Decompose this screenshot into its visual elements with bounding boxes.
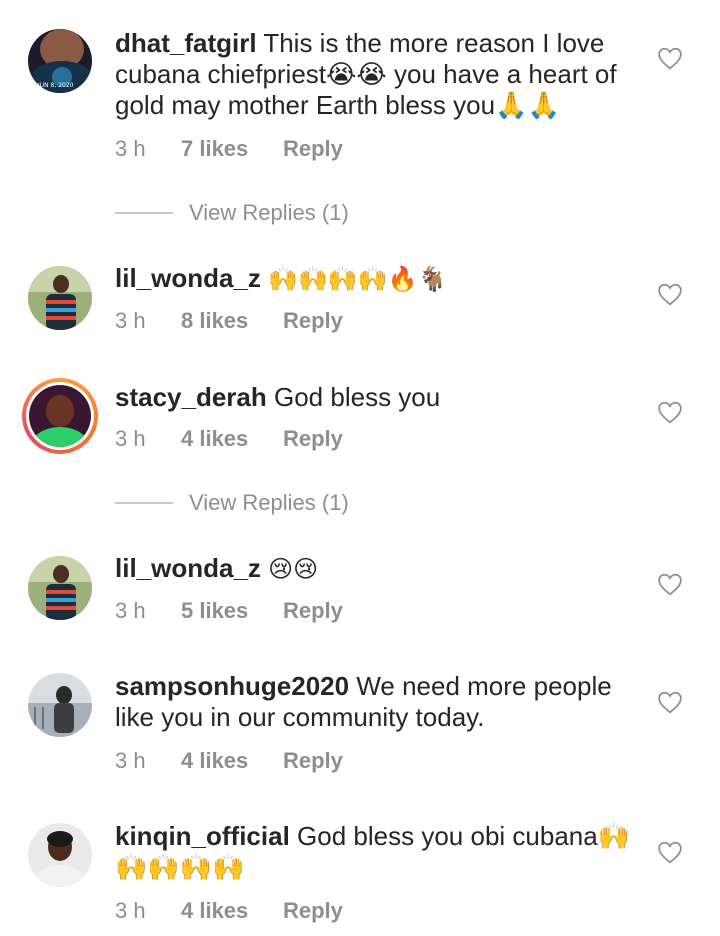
avatar[interactable] <box>28 673 92 737</box>
reply-button[interactable]: Reply <box>283 426 343 452</box>
comment-time: 3 h <box>115 598 146 623</box>
comment-likes[interactable]: 4 likes <box>181 748 283 774</box>
comment-username[interactable]: lil_wonda_z <box>115 263 261 293</box>
comment-likes[interactable]: 8 likes <box>181 308 283 334</box>
comment-likes[interactable]: 4 likes <box>181 426 283 452</box>
heart-outline-icon[interactable] <box>657 400 683 424</box>
comment-username[interactable]: kinqin_official <box>115 821 290 851</box>
comment-time: 3 h <box>115 426 146 451</box>
comment-time: 3 h <box>115 136 146 161</box>
avatar[interactable]: JUN 8, 2020 <box>28 29 92 93</box>
avatar <box>29 385 91 447</box>
avatar-date-text: JUN 8, 2020 <box>37 82 74 89</box>
reply-button[interactable]: Reply <box>283 308 343 334</box>
heart-outline-icon[interactable] <box>657 46 683 70</box>
reply-button[interactable]: Reply <box>283 598 343 624</box>
comment-body: sampsonhuge2020 We need more people like… <box>115 671 635 733</box>
comment-body: stacy_derah God bless you <box>115 382 635 413</box>
heart-outline-icon[interactable] <box>657 690 683 714</box>
comment-time: 3 h <box>115 308 146 333</box>
comment-likes[interactable]: 7 likes <box>181 136 283 162</box>
comment-time: 3 h <box>115 748 146 773</box>
avatar[interactable] <box>28 556 92 620</box>
comment-body: lil_wonda_z 🙌🙌🙌🙌🔥🐐 <box>115 263 635 295</box>
comment-likes[interactable]: 5 likes <box>181 598 283 624</box>
avatar[interactable] <box>28 266 92 330</box>
comment-body: lil_wonda_z 😢😢 <box>115 553 635 585</box>
view-replies-link[interactable]: View Replies (1) <box>115 490 349 516</box>
comment-body: dhat_fatgirl This is the more reason I l… <box>115 28 635 121</box>
reply-button[interactable]: Reply <box>283 898 343 924</box>
divider-line <box>115 502 173 504</box>
heart-outline-icon[interactable] <box>657 282 683 306</box>
comment-username[interactable]: dhat_fatgirl <box>115 28 257 58</box>
heart-outline-icon[interactable] <box>657 572 683 596</box>
comment-meta: 3 h 4 likes Reply <box>115 748 343 774</box>
divider-line <box>115 212 173 214</box>
comment-text: God bless you <box>274 382 441 412</box>
comment-username[interactable]: stacy_derah <box>115 382 267 412</box>
avatar[interactable] <box>28 823 92 887</box>
comment-time: 3 h <box>115 898 146 923</box>
avatar-ring-gap <box>26 382 94 450</box>
comment-text: 🙌🙌🙌🙌🔥🐐 <box>268 265 448 293</box>
comment-likes[interactable]: 4 likes <box>181 898 283 924</box>
view-replies-label: View Replies (1) <box>189 490 349 515</box>
comment-meta: 3 h 8 likes Reply <box>115 308 343 334</box>
reply-button[interactable]: Reply <box>283 136 343 162</box>
comment-body: kinqin_official God bless you obi cubana… <box>115 821 635 883</box>
view-replies-link[interactable]: View Replies (1) <box>115 200 349 226</box>
avatar-story-ring[interactable] <box>22 378 98 454</box>
comment-meta: 3 h 4 likes Reply <box>115 898 343 924</box>
comment-text: 😢😢 <box>268 555 319 583</box>
view-replies-label: View Replies (1) <box>189 200 349 225</box>
comment-username[interactable]: lil_wonda_z <box>115 553 261 583</box>
reply-button[interactable]: Reply <box>283 748 343 774</box>
heart-outline-icon[interactable] <box>657 840 683 864</box>
comment-username[interactable]: sampsonhuge2020 <box>115 671 349 701</box>
comment-meta: 3 h 4 likes Reply <box>115 426 343 452</box>
comment-meta: 3 h 7 likes Reply <box>115 136 343 162</box>
comment-meta: 3 h 5 likes Reply <box>115 598 343 624</box>
